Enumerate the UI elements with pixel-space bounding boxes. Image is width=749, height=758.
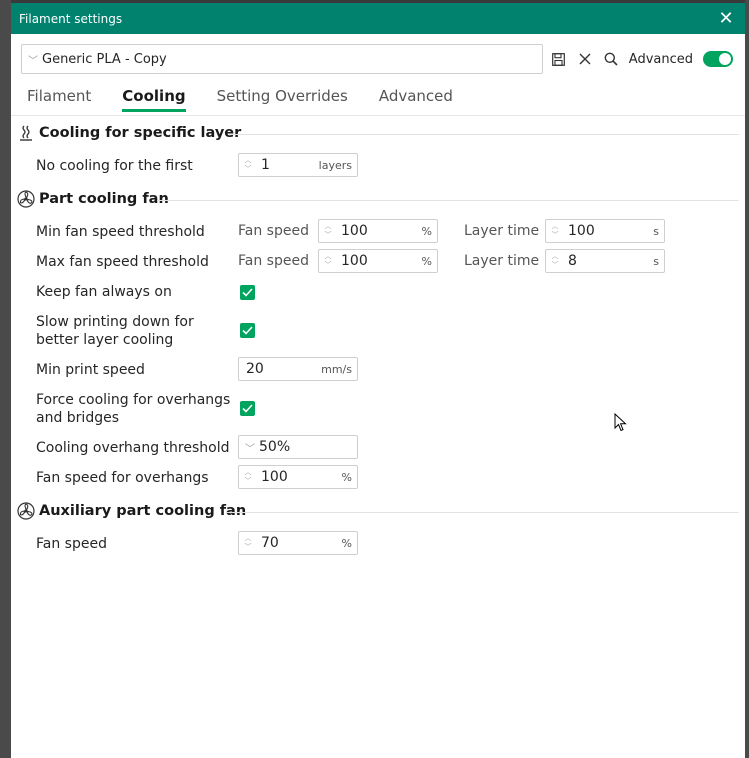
- section-title: Cooling for specific layer: [39, 125, 242, 141]
- tab-setting-overrides[interactable]: Setting Overrides: [217, 87, 348, 112]
- no-cooling-layers-input[interactable]: ︿ ﹀ 1 layers: [238, 153, 358, 177]
- stepper-arrows[interactable]: ︿ ﹀: [319, 252, 337, 270]
- tab-advanced[interactable]: Advanced: [379, 87, 453, 112]
- section-title: Auxiliary part cooling fan: [39, 503, 247, 519]
- section-title: Part cooling fan: [39, 191, 169, 207]
- keep-fan-checkbox[interactable]: [240, 285, 255, 300]
- min-layer-time-label: Layer time: [464, 223, 540, 239]
- search-icon[interactable]: [603, 51, 619, 67]
- section-divider: [226, 512, 739, 513]
- max-fan-speed-input[interactable]: ︿ ﹀ 100 %: [318, 249, 438, 273]
- stepper-arrows[interactable]: ︿ ﹀: [546, 222, 564, 240]
- section-aux-fan: Auxiliary part cooling fan: [17, 502, 246, 520]
- slow-down-label-2: better layer cooling: [36, 332, 174, 348]
- save-icon[interactable]: [551, 51, 567, 67]
- section-part-cooling-fan: Part cooling fan: [17, 190, 169, 208]
- aux-fan-speed-input[interactable]: ︿ ﹀ 70 %: [238, 531, 358, 555]
- stepper-arrows[interactable]: ︿ ﹀: [319, 222, 337, 240]
- stepper-arrows[interactable]: ︿ ﹀: [239, 156, 257, 174]
- tab-cooling[interactable]: Cooling: [122, 87, 186, 112]
- tab-filament[interactable]: Filament: [27, 87, 91, 112]
- fan-icon: [17, 502, 35, 520]
- overhang-fan-label: Fan speed for overhangs: [36, 470, 209, 486]
- checkmark-icon: [242, 326, 253, 335]
- preset-select[interactable]: ﹀ Generic PLA - Copy: [21, 44, 543, 74]
- tab-bar: Filament Cooling Setting Overrides Advan…: [27, 87, 484, 112]
- min-fan-speed-input[interactable]: ︿ ﹀ 100 %: [318, 219, 438, 243]
- advanced-toggle[interactable]: [703, 51, 733, 67]
- min-fan-speed-label: Fan speed: [238, 223, 309, 239]
- min-print-speed-label: Min print speed: [36, 362, 145, 378]
- keep-fan-label: Keep fan always on: [36, 284, 172, 300]
- max-fan-speed-label: Fan speed: [238, 253, 309, 269]
- stepper-arrows[interactable]: ︿ ﹀: [239, 468, 257, 486]
- advanced-label: Advanced: [628, 51, 693, 67]
- min-print-speed-input[interactable]: 20 mm/s: [238, 357, 358, 381]
- tab-divider: [11, 115, 745, 116]
- aux-fan-speed-label: Fan speed: [36, 536, 107, 552]
- window-title: Filament settings: [19, 11, 123, 26]
- chevron-down-icon: ﹀: [245, 443, 255, 455]
- slow-down-checkbox[interactable]: [240, 323, 255, 338]
- preset-name: Generic PLA - Copy: [42, 51, 167, 67]
- background-left: [0, 0, 11, 758]
- close-icon[interactable]: ✕: [717, 9, 735, 28]
- force-cooling-label-1: Force cooling for overhangs: [36, 392, 231, 408]
- cooling-layer-icon: [17, 124, 35, 142]
- checkmark-icon: [242, 404, 253, 413]
- max-fan-threshold-label: Max fan speed threshold: [36, 254, 209, 270]
- slow-down-label-1: Slow printing down for: [36, 314, 194, 330]
- stepper-arrows[interactable]: ︿ ﹀: [546, 252, 564, 270]
- section-divider: [229, 134, 739, 135]
- filament-settings-dialog: Filament settings ✕ ﹀ Generic PLA - Copy…: [11, 3, 745, 758]
- stepper-arrows[interactable]: ︿ ﹀: [239, 534, 257, 552]
- overhang-threshold-label: Cooling overhang threshold: [36, 440, 230, 456]
- force-cooling-label-2: and bridges: [36, 410, 120, 426]
- overhang-fan-input[interactable]: ︿ ﹀ 100 %: [238, 465, 358, 489]
- min-layer-time-input[interactable]: ︿ ﹀ 100 s: [545, 219, 665, 243]
- fan-icon: [17, 190, 35, 208]
- max-layer-time-input[interactable]: ︿ ﹀ 8 s: [545, 249, 665, 273]
- chevron-down-icon: ﹀: [28, 55, 38, 67]
- background-right: [745, 0, 749, 758]
- title-bar: Filament settings ✕: [11, 3, 745, 34]
- section-specific-layer: Cooling for specific layer: [17, 124, 241, 142]
- checkmark-icon: [242, 288, 253, 297]
- mouse-cursor-icon: [614, 413, 627, 432]
- overhang-threshold-select[interactable]: ﹀ 50%: [238, 435, 358, 459]
- section-divider: [157, 200, 739, 201]
- preset-tools: Advanced: [551, 51, 735, 67]
- delete-preset-icon[interactable]: [577, 51, 593, 67]
- max-layer-time-label: Layer time: [464, 253, 540, 269]
- no-cooling-label: No cooling for the first: [36, 158, 193, 174]
- force-cooling-checkbox[interactable]: [240, 401, 255, 416]
- min-fan-threshold-label: Min fan speed threshold: [36, 224, 205, 240]
- preset-row: ﹀ Generic PLA - Copy Advanced: [21, 44, 735, 74]
